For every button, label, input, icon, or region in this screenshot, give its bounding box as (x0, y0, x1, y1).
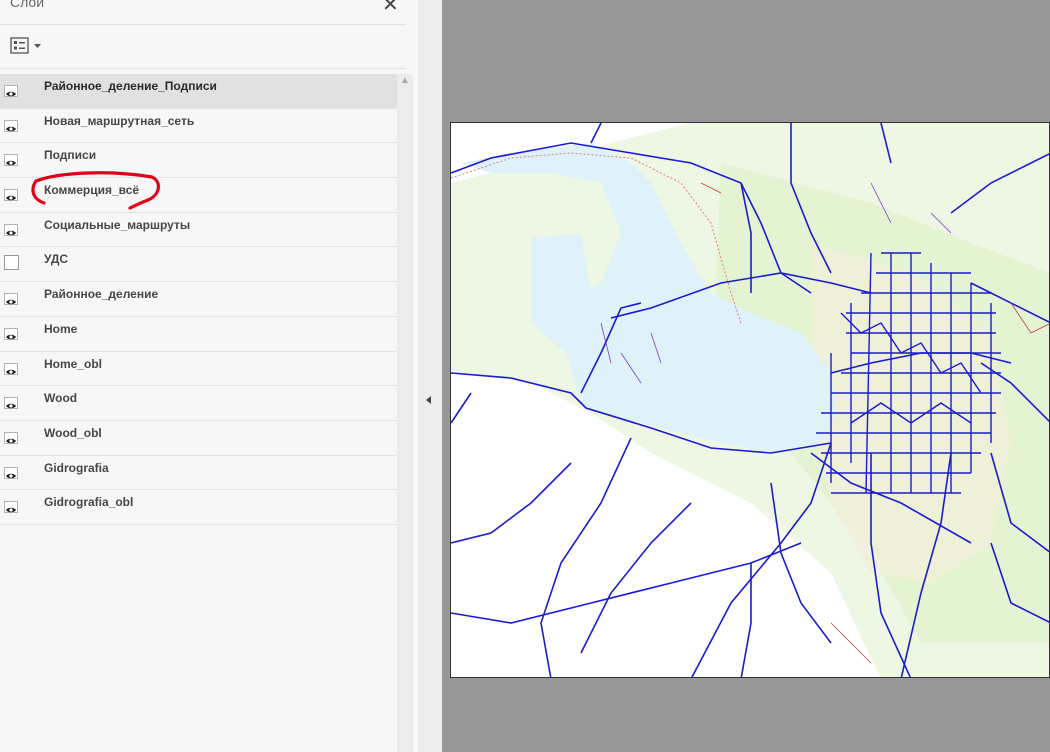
eye-icon[interactable] (4, 293, 18, 306)
layer-row[interactable]: Gidrografia_obl (0, 490, 397, 525)
eye-icon[interactable] (4, 189, 18, 202)
layer-label: Gidrografia (44, 460, 109, 475)
layer-row[interactable]: Социальные_маршруты (0, 213, 397, 248)
layer-label: Wood (44, 391, 78, 406)
eye-icon[interactable] (4, 466, 18, 479)
divider (0, 24, 406, 25)
layer-row[interactable]: Районное_деление_Подписи (0, 74, 397, 109)
layer-list: Районное_деление_Подписи Новая_маршрутная… (0, 74, 397, 525)
layer-row[interactable]: Коммерция_всё (0, 178, 397, 213)
layer-row[interactable]: Подписи (0, 143, 397, 179)
layer-label: Районное_деление_Подписи (44, 79, 217, 93)
layer-row[interactable]: Районное_деление (0, 282, 397, 317)
layer-row[interactable]: Home (0, 317, 397, 352)
collapse-arrow-icon[interactable] (426, 396, 431, 404)
eye-icon[interactable] (4, 431, 18, 444)
layer-row[interactable]: Wood_obl (0, 421, 397, 456)
layer-label: Новая_маршрутная_сеть (44, 113, 195, 128)
layer-label: Социальные_маршруты (44, 217, 191, 232)
layer-label: Home_obl (44, 356, 103, 371)
layer-label: Wood_obl (44, 425, 102, 440)
panel-title: Слои (10, 0, 45, 10)
layer-label: УДС (44, 252, 69, 267)
eye-icon[interactable] (4, 327, 18, 340)
eye-icon[interactable] (4, 119, 18, 132)
layer-row[interactable]: Новая_маршрутная_сеть (0, 109, 397, 144)
layer-label: Home (44, 321, 78, 336)
layer-row[interactable]: УДС (0, 247, 397, 283)
panel-splitter[interactable] (418, 0, 442, 752)
eye-icon[interactable] (4, 397, 18, 410)
divider (0, 68, 406, 69)
layer-row[interactable]: Wood (0, 386, 397, 421)
eye-icon[interactable] (4, 154, 18, 167)
city-map-drawing (451, 123, 1049, 677)
map-page[interactable] (450, 122, 1050, 678)
visibility-checkbox[interactable] (4, 255, 19, 271)
scroll-up-icon[interactable]: ▲ (400, 76, 410, 86)
legend-list-icon[interactable] (10, 36, 46, 56)
scrollbar[interactable] (397, 74, 413, 752)
eye-icon[interactable] (4, 223, 18, 236)
eye-icon[interactable] (4, 501, 18, 514)
eye-icon[interactable] (4, 85, 18, 97)
eye-icon[interactable] (4, 362, 18, 375)
layer-label: Подписи (44, 148, 97, 163)
close-icon[interactable]: ✕ (382, 0, 399, 17)
layer-row[interactable]: Gidrografia (0, 456, 397, 491)
layer-label: Коммерция_всё (44, 183, 140, 198)
layer-row[interactable]: Home_obl (0, 352, 397, 387)
layer-label: Районное_деление (44, 287, 159, 302)
layer-label: Gidrografia_obl (44, 495, 134, 510)
layers-panel: Слои ✕ Районное_деление_Подписи Новая_мар… (0, 0, 418, 752)
